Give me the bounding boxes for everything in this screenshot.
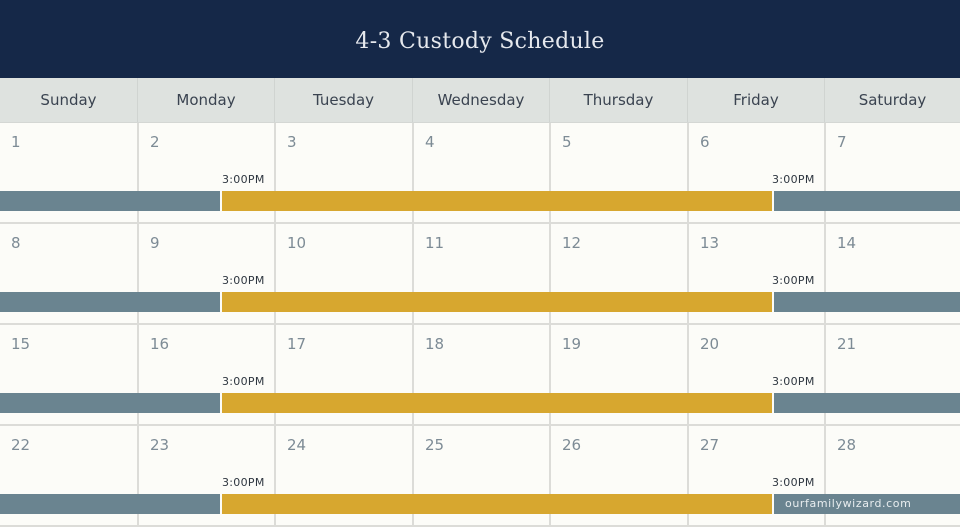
day-number: 2: [150, 133, 160, 151]
weekday-thursday: Thursday: [549, 78, 687, 122]
custody-bar-parent-a: [774, 393, 960, 413]
exchange-time-label: 3:00PM: [222, 274, 265, 287]
day-number: 14: [837, 234, 857, 252]
custody-bar-parent-b: [222, 393, 772, 413]
day-number: 23: [150, 436, 170, 454]
exchange-time-label: 3:00PM: [222, 173, 265, 186]
day-number: 13: [700, 234, 720, 252]
day-number: 12: [562, 234, 582, 252]
exchange-time-label: 3:00PM: [772, 173, 815, 186]
custody-bar-parent-a: [0, 494, 220, 514]
week-row: 8 9 10 11 12 13 14 3:00PM 3:00PM: [0, 224, 960, 325]
exchange-time-label: 3:00PM: [222, 476, 265, 489]
exchange-time-label: 3:00PM: [772, 375, 815, 388]
weekday-monday: Monday: [137, 78, 274, 122]
custody-bar-parent-a: [0, 292, 220, 312]
day-number: 28: [837, 436, 857, 454]
day-number: 7: [837, 133, 847, 151]
exchange-time-label: 3:00PM: [222, 375, 265, 388]
week-row: 22 23 24 25 26 27 28 3:00PM 3:00PM ourfamilywizar…: [0, 426, 960, 527]
weekday-header-row: Sunday Monday Tuesday Wednesday Thursday Frid…: [0, 78, 960, 123]
weekday-tuesday: Tuesday: [274, 78, 412, 122]
day-number: 26: [562, 436, 582, 454]
day-number: 19: [562, 335, 582, 353]
day-number: 21: [837, 335, 857, 353]
day-number: 11: [425, 234, 445, 252]
day-number: 9: [150, 234, 160, 252]
weekday-friday: Friday: [687, 78, 824, 122]
custody-bar-parent-a: [774, 191, 960, 211]
day-number: 5: [562, 133, 572, 151]
custody-bar-parent-b: [222, 191, 772, 211]
custody-bar-parent-a: [0, 393, 220, 413]
day-number: 6: [700, 133, 710, 151]
day-number: 1: [11, 133, 21, 151]
custody-bar-parent-b: [222, 494, 772, 514]
weekday-sunday: Sunday: [40, 91, 97, 109]
custody-bar-parent-a: [774, 292, 960, 312]
day-number: 27: [700, 436, 720, 454]
day-number: 17: [287, 335, 307, 353]
day-number: 4: [425, 133, 435, 151]
weekday-wednesday: Wednesday: [412, 78, 549, 122]
day-number: 8: [11, 234, 21, 252]
watermark-text: ourfamilywizard.com: [785, 497, 912, 510]
day-number: 18: [425, 335, 445, 353]
day-number: 3: [287, 133, 297, 151]
weekday-saturday: Saturday: [824, 78, 960, 122]
custody-bar-parent-b: [222, 292, 772, 312]
calendar-grid: 1 2 3 4 5 6 7 3:00PM 3:00PM 8 9 10 11 12 13 14 3:00PM 3:0…: [0, 123, 960, 527]
day-number: 16: [150, 335, 170, 353]
day-number: 15: [11, 335, 31, 353]
exchange-time-label: 3:00PM: [772, 274, 815, 287]
exchange-time-label: 3:00PM: [772, 476, 815, 489]
day-number: 25: [425, 436, 445, 454]
day-number: 10: [287, 234, 307, 252]
custody-bar-parent-a: [0, 191, 220, 211]
week-row: 15 16 17 18 19 20 21 3:00PM 3:00PM: [0, 325, 960, 426]
day-number: 20: [700, 335, 720, 353]
schedule-header: 4-3 Custody Schedule: [0, 0, 960, 78]
page-title: 4-3 Custody Schedule: [355, 28, 605, 54]
week-row: 1 2 3 4 5 6 7 3:00PM 3:00PM: [0, 123, 960, 224]
day-number: 22: [11, 436, 31, 454]
day-number: 24: [287, 436, 307, 454]
